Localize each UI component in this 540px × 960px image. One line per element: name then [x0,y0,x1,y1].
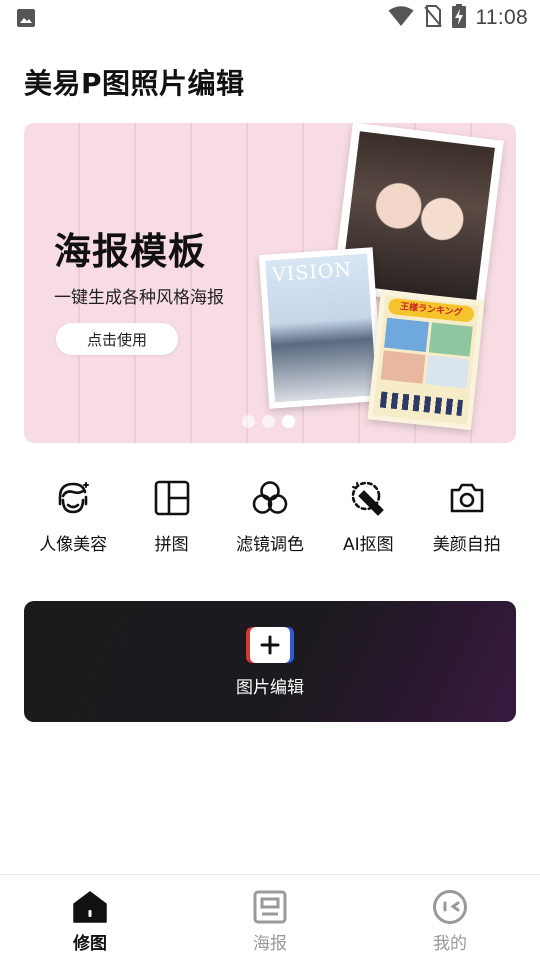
nav-item-profile[interactable]: 我的 [360,875,540,960]
poster-icon [252,889,288,925]
poster-template-banner[interactable]: 海报模板 一键生成各种风格海报 点击使用 VISION 王様ランキング [24,123,516,443]
status-time: 11:08 [475,6,528,29]
filter-circles-icon [250,478,290,518]
tool-portrait-beauty[interactable]: 人像美容 [24,478,122,568]
nav-item-poster[interactable]: 海报 [180,875,360,960]
tool-label: 人像美容 [39,535,108,555]
photo-edit-label: 图片编辑 [236,678,304,698]
nav-label: 修图 [73,934,107,954]
tool-beauty-selfie[interactable]: 美颜自拍 [418,478,516,568]
tool-filter[interactable]: 滤镜调色 [221,478,319,568]
banner-title: 海报模板 [54,230,206,273]
camera-icon [447,478,487,518]
magazine-title: VISION [271,258,353,287]
tool-label: 拼图 [154,535,189,555]
carousel-dot-active[interactable] [282,415,295,428]
tool-collage[interactable]: 拼图 [122,478,220,568]
collage-icon [152,478,192,518]
tool-grid: 人像美容 拼图 滤镜调色 AI抠图 美颜自拍 [24,478,516,568]
home-icon [72,889,108,925]
battery-charging-icon [451,4,466,32]
no-sim-icon [423,5,442,31]
tool-ai-cutout[interactable]: AI抠图 [319,478,417,568]
tool-label: 滤镜调色 [235,535,304,555]
image-icon [16,8,36,32]
nav-label: 海报 [253,934,287,954]
ai-cutout-icon [348,478,388,518]
banner-subtitle: 一键生成各种风格海报 [54,288,224,308]
carousel-indicator [242,415,295,428]
profile-icon [432,889,468,925]
carousel-dot[interactable] [262,415,275,428]
nav-label: 我的 [433,934,467,954]
banner-manga-photo: 王様ランキング [367,289,485,431]
page-title: 美易P图照片编辑 [24,67,245,100]
wifi-icon [388,5,414,31]
status-bar: 11:08 [0,0,540,36]
banner-magazine-photo: VISION [258,247,384,409]
tool-label: 美颜自拍 [432,535,501,555]
nav-item-retouch[interactable]: 修图 [0,875,180,960]
tool-label: AI抠图 [343,535,394,555]
photo-edit-card[interactable]: 图片编辑 [24,601,516,722]
bottom-navigation: 修图 海报 我的 [0,874,540,960]
plus-icon [246,627,294,663]
carousel-dot[interactable] [242,415,255,428]
face-beauty-icon [53,478,93,518]
banner-use-button[interactable]: 点击使用 [56,323,178,355]
